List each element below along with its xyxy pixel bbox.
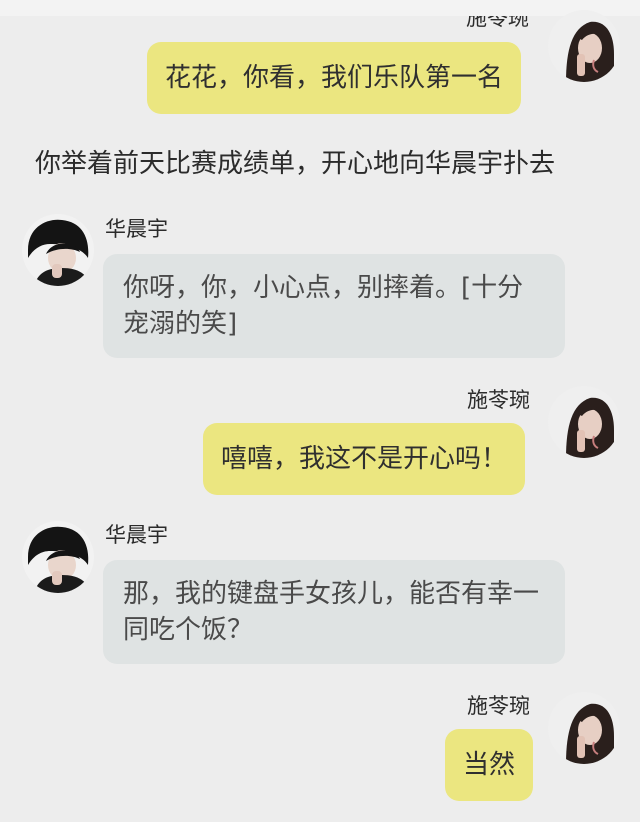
- chat-screen: 施苓琬 花花，你看，我们乐队第一名 你举着前天比赛成绩单，开心地向华晨宇扑去 华…: [0, 0, 640, 822]
- message-bubble-right[interactable]: 花花，你看，我们乐队第一名: [147, 42, 522, 114]
- message-bubble-left[interactable]: 那，我的键盘手女孩儿，能否有幸一同吃个饭？: [103, 560, 565, 664]
- message-bubble-right[interactable]: 嘻嘻，我这不是开心吗！: [203, 423, 526, 495]
- avatar-girl-icon[interactable]: [548, 386, 620, 458]
- sender-name: 施苓琬: [467, 388, 530, 412]
- avatar-girl-icon[interactable]: [548, 10, 620, 82]
- message-bubble-left[interactable]: 你呀，你，小心点，别摔着。[十分宠溺的笑]: [103, 254, 565, 358]
- avatar-boy-icon[interactable]: [22, 521, 94, 593]
- sender-name: 华晨宇: [105, 217, 168, 241]
- sender-name: 华晨宇: [105, 523, 168, 547]
- avatar-boy-icon[interactable]: [22, 214, 94, 286]
- message-bubble-right[interactable]: 当然: [445, 729, 534, 801]
- top-bar-fragment: [0, 0, 640, 16]
- avatar-girl-icon[interactable]: [548, 692, 620, 764]
- sender-name: 施苓琬: [467, 694, 530, 718]
- narration-text: 你举着前天比赛成绩单，开心地向华晨宇扑去: [35, 149, 556, 179]
